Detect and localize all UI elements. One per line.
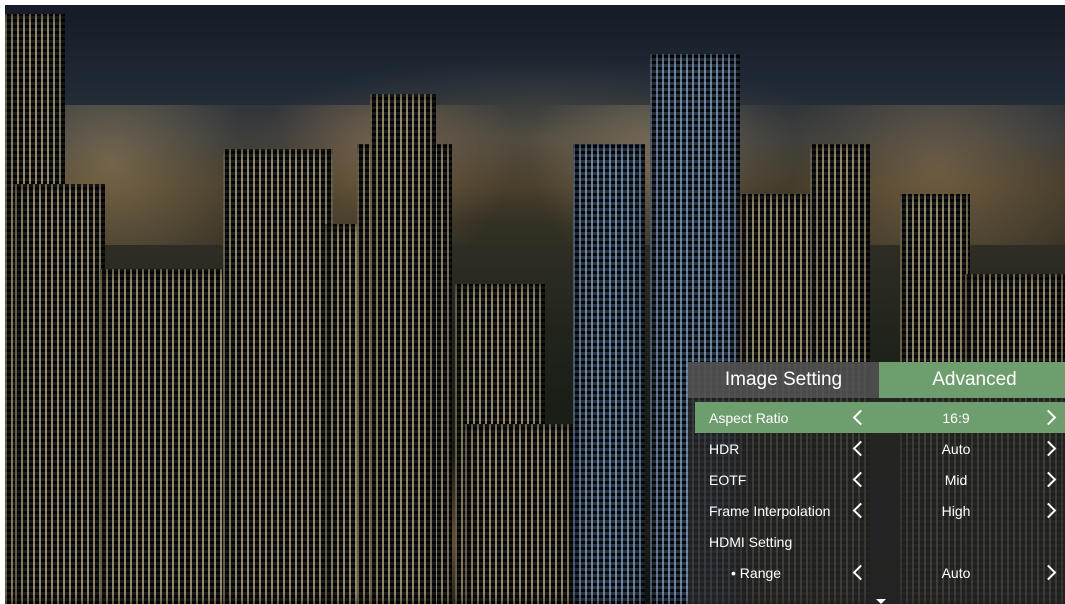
menu-row-eotf[interactable]: EOTF Mid bbox=[695, 464, 1065, 495]
building bbox=[573, 144, 645, 604]
chevron-right-icon[interactable] bbox=[1040, 564, 1057, 581]
chevron-left-icon[interactable] bbox=[852, 409, 869, 426]
row-value: 16:9 bbox=[942, 410, 970, 426]
row-value: Auto bbox=[941, 565, 971, 581]
row-label: HDR bbox=[709, 441, 740, 457]
building bbox=[223, 149, 333, 604]
chevron-right-icon[interactable] bbox=[1040, 471, 1057, 488]
settings-menu: Image Setting Advanced Aspect Ratio 16:9… bbox=[688, 362, 1065, 604]
chevron-right-icon[interactable] bbox=[1040, 409, 1057, 426]
chevron-right-icon[interactable] bbox=[1040, 440, 1057, 457]
chevron-right-icon[interactable] bbox=[1040, 502, 1057, 519]
menu-tabs: Image Setting Advanced bbox=[688, 362, 1065, 398]
row-label: Frame Interpolation bbox=[709, 503, 831, 519]
row-label: • Range bbox=[731, 565, 782, 581]
chevron-left-icon[interactable] bbox=[852, 502, 869, 519]
menu-rows: Aspect Ratio 16:9 HDR Auto EOTF Mid Fram… bbox=[688, 398, 1065, 588]
building bbox=[370, 94, 436, 604]
menu-row-hdr[interactable]: HDR Auto bbox=[695, 433, 1065, 464]
row-value: Mid bbox=[944, 472, 968, 488]
tab-advanced[interactable]: Advanced bbox=[879, 362, 1065, 398]
building bbox=[15, 184, 105, 604]
background-image: Image Setting Advanced Aspect Ratio 16:9… bbox=[5, 5, 1065, 604]
chevron-left-icon[interactable] bbox=[852, 471, 869, 488]
chevron-left-icon[interactable] bbox=[852, 440, 869, 457]
menu-row-aspect-ratio[interactable]: Aspect Ratio 16:9 bbox=[695, 402, 1065, 433]
arrow-down-icon bbox=[876, 599, 886, 604]
chevron-left-icon[interactable] bbox=[852, 564, 869, 581]
menu-row-frame-interpolation[interactable]: Frame Interpolation High bbox=[695, 495, 1065, 526]
section-label: HDMI Setting bbox=[709, 534, 793, 550]
row-value: Auto bbox=[941, 441, 971, 457]
row-label: Aspect Ratio bbox=[709, 410, 789, 426]
row-value: High bbox=[941, 503, 971, 519]
tab-image-setting[interactable]: Image Setting bbox=[688, 362, 879, 398]
menu-row-hdmi-setting: HDMI Setting bbox=[695, 526, 1065, 557]
row-label: EOTF bbox=[709, 472, 747, 488]
menu-row-range[interactable]: • Range Auto bbox=[695, 557, 1065, 588]
building bbox=[465, 424, 575, 604]
